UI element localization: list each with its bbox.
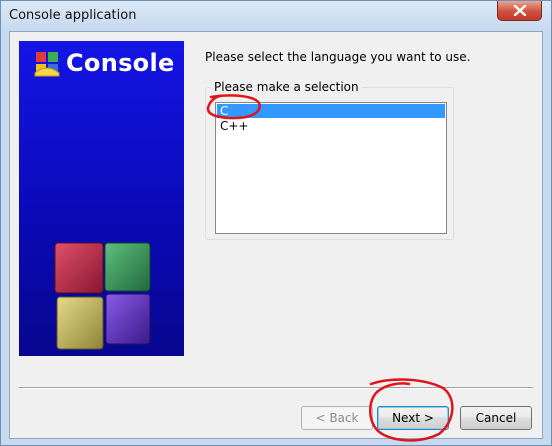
language-prompt: Please select the language you want to u… bbox=[205, 50, 471, 64]
close-button[interactable] bbox=[497, 1, 542, 21]
selection-group-label: Please make a selection bbox=[211, 80, 362, 94]
back-button[interactable]: < Back bbox=[301, 406, 373, 430]
wizard-client-area: Console Please select the language you w… bbox=[9, 31, 543, 439]
list-item-c[interactable]: C bbox=[217, 104, 445, 118]
wizard-banner: Console bbox=[19, 41, 184, 356]
window-title: Console application bbox=[9, 8, 137, 23]
wizard-window: Console application Console Please selec… bbox=[0, 0, 552, 446]
separator-line bbox=[19, 387, 533, 389]
colored-cubes-graphic bbox=[54, 242, 151, 350]
close-icon bbox=[513, 5, 527, 16]
banner-title: Console bbox=[66, 49, 175, 77]
language-listbox[interactable]: C C++ bbox=[215, 102, 447, 234]
cancel-button[interactable]: Cancel bbox=[460, 406, 532, 430]
next-button[interactable]: Next > bbox=[377, 406, 449, 430]
list-item-cpp[interactable]: C++ bbox=[217, 119, 445, 133]
codeblocks-logo-icon bbox=[34, 52, 60, 77]
title-bar[interactable]: Console application bbox=[1, 1, 551, 31]
